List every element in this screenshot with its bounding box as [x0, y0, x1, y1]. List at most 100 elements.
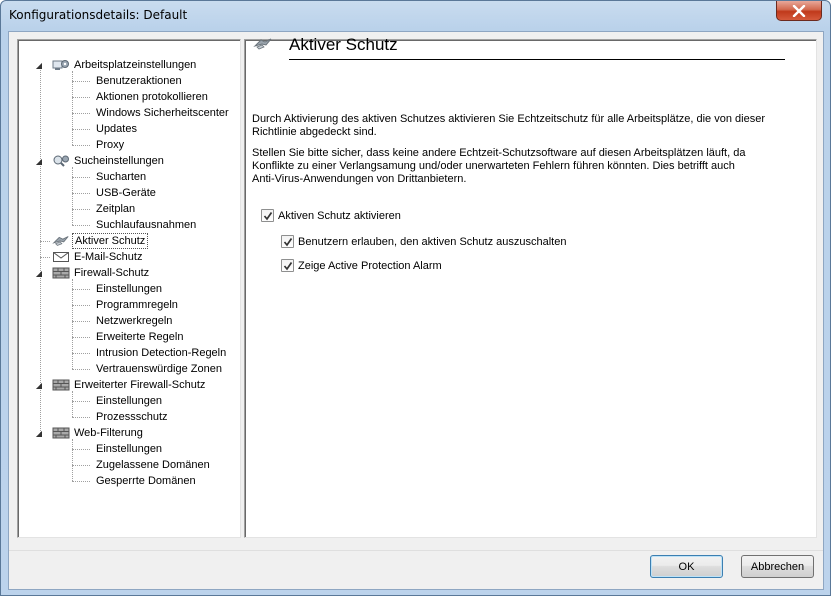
tree-guide-line — [72, 81, 90, 82]
tree-item-label: Proxy — [96, 139, 125, 151]
settings-tree: ◢ Arbeitsplatzeinstellungen Benutzeraktion… — [17, 39, 241, 538]
tree-item-firewall-schutz[interactable]: ◢ Firewall-Schutz — [36, 265, 151, 281]
tree-item-label: Updates — [96, 123, 137, 135]
tree-item-erweiterter-firewall-schutz[interactable]: ◢ Erweiterter Firewall-Schutz — [36, 377, 207, 393]
tree-item-label: Sucharten — [96, 171, 147, 183]
checkbox-box[interactable] — [281, 235, 294, 248]
tree-item-label: Zeitplan — [96, 203, 136, 215]
checkbox-label: Benutzern erlauben, den aktiven Schutz a… — [298, 235, 567, 248]
tree-item-gesperrte-domänen[interactable]: Gesperrte Domänen — [72, 473, 198, 489]
active-protection-icon — [52, 234, 70, 248]
tree-item-netzwerkregeln[interactable]: Netzwerkregeln — [72, 313, 174, 329]
tree-item-updates[interactable]: Updates — [72, 121, 139, 137]
expand-triangle-icon[interactable]: ◢ — [34, 429, 44, 438]
show-protection-alarm-checkbox[interactable]: Zeige Active Protection Alarm — [281, 259, 442, 272]
dialog-window: Konfigurationsdetails: Default ◢ Arbeitsp… — [0, 0, 831, 596]
tree-guide-line — [72, 289, 90, 290]
tree-item-einstellungen[interactable]: Einstellungen — [72, 441, 164, 457]
workstation-gear-icon — [52, 58, 70, 72]
tree-item-arbeitsplatzeinstellungen[interactable]: ◢ Arbeitsplatzeinstellungen — [36, 57, 198, 73]
tree-item-label: Prozessschutz — [96, 411, 168, 423]
checkbox-box[interactable] — [281, 259, 294, 272]
search-gear-icon — [52, 154, 70, 168]
close-icon — [792, 4, 806, 17]
tree-guide-line — [72, 417, 90, 418]
tree-guide-line — [72, 225, 90, 226]
tree-item-label: Vertrauenswürdige Zonen — [96, 363, 222, 375]
title-underline — [289, 59, 785, 60]
tree-guide-line — [72, 167, 73, 225]
tree-guide-line — [72, 209, 90, 210]
tree-item-label: Gesperrte Domänen — [96, 475, 196, 487]
cancel-button[interactable]: Abbrechen — [741, 555, 814, 578]
firewall-icon — [52, 266, 70, 280]
tree-guide-line — [72, 481, 90, 482]
tree-item-zeitplan[interactable]: Zeitplan — [72, 201, 137, 217]
page-title: Aktiver Schutz — [289, 35, 398, 54]
tree-guide-line — [72, 193, 90, 194]
tree-item-windows-sicherheitscenter[interactable]: Windows Sicherheitscenter — [72, 105, 231, 121]
tree-item-zugelassene-domänen[interactable]: Zugelassene Domänen — [72, 457, 212, 473]
tree-item-intrusion-detection-regeln[interactable]: Intrusion Detection-Regeln — [72, 345, 228, 361]
tree-item-label: USB-Geräte — [96, 187, 156, 199]
tree-item-e-mail-schutz[interactable]: E-Mail-Schutz — [40, 249, 144, 265]
tree-item-aktiver-schutz[interactable]: Aktiver Schutz — [40, 233, 149, 249]
tree-guide-line — [72, 337, 90, 338]
tree-item-label: Zugelassene Domänen — [96, 459, 210, 471]
active-protection-icon — [253, 37, 273, 54]
tree-item-programmregeln[interactable]: Programmregeln — [72, 297, 180, 313]
tree-item-web-filterung[interactable]: ◢ Web-Filterung — [36, 425, 145, 441]
tree-item-proxy[interactable]: Proxy — [72, 137, 126, 153]
tree-guide-line — [40, 65, 41, 433]
tree-item-einstellungen[interactable]: Einstellungen — [72, 393, 164, 409]
tree-item-label: Web-Filterung — [74, 427, 143, 439]
checkmark-icon — [263, 211, 272, 220]
tree-item-label: E-Mail-Schutz — [74, 251, 143, 263]
tree-guide-line — [72, 177, 90, 178]
tree-item-benutzeraktionen[interactable]: Benutzeraktionen — [72, 73, 184, 89]
tree-item-sucharten[interactable]: Sucharten — [72, 169, 148, 185]
tree-item-erweiterte-regeln[interactable]: Erweiterte Regeln — [72, 329, 185, 345]
tree-item-label: Aktiver Schutz — [72, 233, 149, 249]
tree-item-label: Einstellungen — [96, 443, 163, 455]
checkbox-box[interactable] — [261, 209, 274, 222]
tree-item-label: Erweiterter Firewall-Schutz — [74, 379, 206, 391]
close-button[interactable] — [776, 1, 822, 21]
expand-triangle-icon[interactable]: ◢ — [34, 269, 44, 278]
checkmark-icon — [283, 261, 292, 270]
tree-item-label: Sucheinstellungen — [74, 155, 164, 167]
ok-button[interactable]: OK — [650, 555, 723, 578]
tree-guide-line — [72, 321, 90, 322]
tree-guide-line — [72, 369, 90, 370]
tree-item-label: Windows Sicherheitscenter — [96, 107, 229, 119]
tree-item-label: Arbeitsplatzeinstellungen — [74, 59, 197, 71]
tree-item-label: Netzwerkregeln — [96, 315, 173, 327]
checkbox-label: Zeige Active Protection Alarm — [298, 259, 442, 272]
tree-item-label: Einstellungen — [96, 283, 163, 295]
tree-guide-line — [72, 465, 90, 466]
tree-item-vertrauenswürdige-zonen[interactable]: Vertrauenswürdige Zonen — [72, 361, 224, 377]
tree-guide-line — [72, 113, 90, 114]
tree-guide-line — [40, 257, 50, 258]
firewall-icon — [52, 426, 70, 440]
allow-users-disable-checkbox[interactable]: Benutzern erlauben, den aktiven Schutz a… — [281, 235, 566, 248]
envelope-icon — [52, 250, 70, 264]
tree-guide-line — [72, 353, 90, 354]
expand-triangle-icon[interactable]: ◢ — [34, 157, 44, 166]
expand-triangle-icon[interactable]: ◢ — [34, 381, 44, 390]
tree-item-aktionen-protokollieren[interactable]: Aktionen protokollieren — [72, 89, 210, 105]
tree-item-suchlaufausnahmen[interactable]: Suchlaufausnahmen — [72, 217, 198, 233]
tree-guide-line — [72, 439, 73, 481]
tree-guide-line — [72, 279, 73, 369]
tree-item-usb-geräte[interactable]: USB-Geräte — [72, 185, 158, 201]
firewall-icon — [52, 378, 70, 392]
expand-triangle-icon[interactable]: ◢ — [34, 61, 44, 70]
tree-item-prozessschutz[interactable]: Prozessschutz — [72, 409, 170, 425]
tree-guide-line — [72, 97, 90, 98]
tree-item-einstellungen[interactable]: Einstellungen — [72, 281, 164, 297]
tree-item-sucheinstellungen[interactable]: ◢ Sucheinstellungen — [36, 153, 166, 169]
description-paragraph-1: Durch Aktivierung des aktiven Schutzes a… — [252, 113, 765, 138]
tree-item-label: Erweiterte Regeln — [96, 331, 184, 343]
tree-item-label: Firewall-Schutz — [74, 267, 150, 279]
enable-active-protection-checkbox[interactable]: Aktiven Schutz aktivieren — [261, 209, 401, 222]
